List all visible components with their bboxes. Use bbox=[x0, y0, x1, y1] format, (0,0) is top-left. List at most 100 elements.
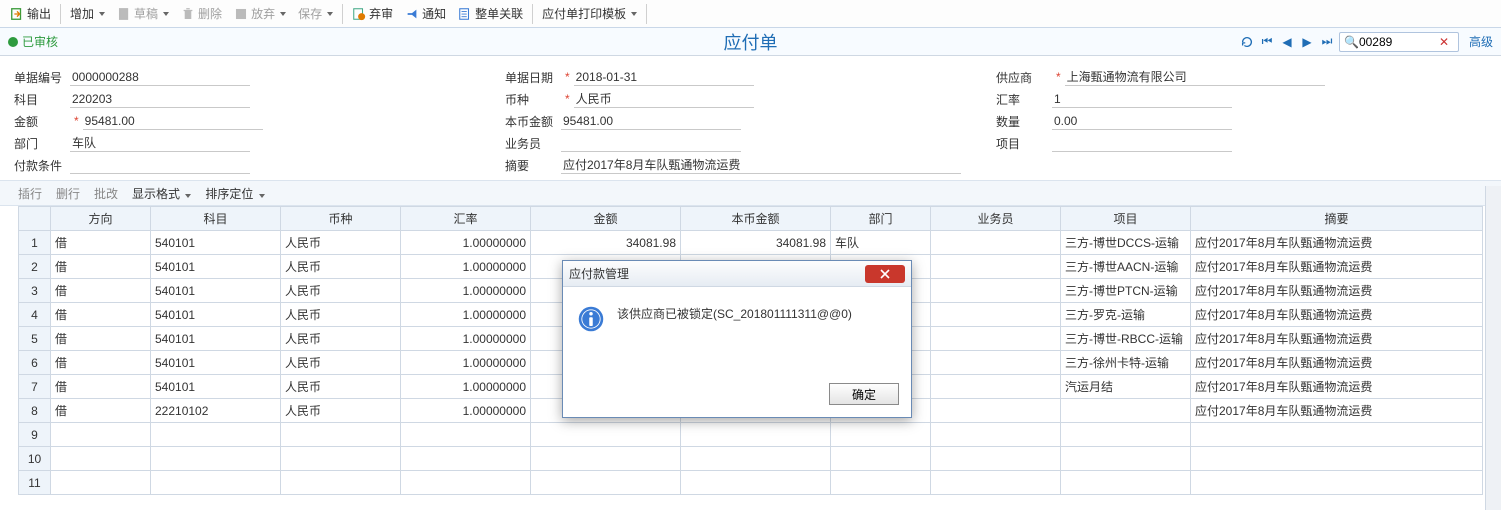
col-header[interactable]: 项目 bbox=[1061, 207, 1191, 231]
cell[interactable]: 汽运月结 bbox=[1061, 375, 1191, 399]
add-button[interactable]: 增加 bbox=[64, 2, 111, 26]
amount-value[interactable]: 95481.00 bbox=[83, 112, 263, 130]
cell[interactable] bbox=[51, 447, 151, 471]
cell[interactable] bbox=[931, 423, 1061, 447]
cell[interactable]: 3 bbox=[19, 279, 51, 303]
cell[interactable] bbox=[681, 423, 831, 447]
cell[interactable] bbox=[281, 423, 401, 447]
save-button[interactable]: 保存 bbox=[292, 2, 339, 26]
table-row[interactable]: 11 bbox=[19, 471, 1483, 495]
cell[interactable] bbox=[931, 351, 1061, 375]
dialog-close-button[interactable] bbox=[865, 265, 905, 283]
cell[interactable]: 三方-博世AACN-运输 bbox=[1061, 255, 1191, 279]
col-header[interactable]: 汇率 bbox=[401, 207, 531, 231]
col-header[interactable]: 金额 bbox=[531, 207, 681, 231]
search-input[interactable] bbox=[1359, 35, 1439, 49]
cell[interactable]: 人民币 bbox=[281, 375, 401, 399]
cell[interactable]: 11 bbox=[19, 471, 51, 495]
cell[interactable] bbox=[831, 471, 931, 495]
cell[interactable]: 应付2017年8月车队甄通物流运费 bbox=[1191, 375, 1483, 399]
cell[interactable] bbox=[931, 255, 1061, 279]
cell[interactable] bbox=[531, 423, 681, 447]
cell[interactable]: 人民币 bbox=[281, 255, 401, 279]
col-header[interactable]: 业务员 bbox=[931, 207, 1061, 231]
cell[interactable] bbox=[51, 471, 151, 495]
project-value[interactable] bbox=[1052, 134, 1232, 152]
cell[interactable]: 人民币 bbox=[281, 327, 401, 351]
qty-value[interactable]: 0.00 bbox=[1052, 112, 1232, 130]
subject-value[interactable]: 220203 bbox=[70, 90, 250, 108]
cell[interactable] bbox=[681, 471, 831, 495]
cell[interactable] bbox=[401, 471, 531, 495]
dept-value[interactable]: 车队 bbox=[70, 134, 250, 152]
cell[interactable]: 三方-徐州卡特-运输 bbox=[1061, 351, 1191, 375]
cell[interactable]: 三方-博世-RBCC-运输 bbox=[1061, 327, 1191, 351]
cell[interactable]: 借 bbox=[51, 375, 151, 399]
col-header[interactable]: 摘要 bbox=[1191, 207, 1483, 231]
cell[interactable] bbox=[281, 447, 401, 471]
cell[interactable]: 4 bbox=[19, 303, 51, 327]
col-header[interactable]: 本币金额 bbox=[681, 207, 831, 231]
dialog-titlebar[interactable]: 应付款管理 bbox=[563, 261, 911, 287]
bill-date-value[interactable]: 2018-01-31 bbox=[574, 68, 754, 86]
rate-value[interactable]: 1 bbox=[1052, 90, 1232, 108]
draft-button[interactable]: 草稿 bbox=[111, 2, 175, 26]
cell[interactable]: 540101 bbox=[151, 279, 281, 303]
cell[interactable] bbox=[281, 471, 401, 495]
vertical-scrollbar[interactable] bbox=[1485, 186, 1501, 510]
cell[interactable]: 借 bbox=[51, 279, 151, 303]
cell[interactable]: 10 bbox=[19, 447, 51, 471]
sort-link[interactable]: 排序定位 bbox=[205, 185, 264, 202]
cell[interactable]: 人民币 bbox=[281, 399, 401, 423]
cell[interactable]: 6 bbox=[19, 351, 51, 375]
cell[interactable]: 人民币 bbox=[281, 303, 401, 327]
cell[interactable]: 22210102 bbox=[151, 399, 281, 423]
cell[interactable]: 应付2017年8月车队甄通物流运费 bbox=[1191, 255, 1483, 279]
summary-value[interactable]: 应付2017年8月车队甄通物流运费 bbox=[561, 156, 961, 174]
batch-edit-link[interactable]: 批改 bbox=[94, 185, 118, 202]
cell[interactable]: 借 bbox=[51, 231, 151, 255]
cell[interactable] bbox=[931, 303, 1061, 327]
next-icon[interactable]: ▶ bbox=[1299, 34, 1315, 50]
cell[interactable] bbox=[931, 375, 1061, 399]
cell[interactable]: 应付2017年8月车队甄通物流运费 bbox=[1191, 351, 1483, 375]
cell[interactable] bbox=[51, 423, 151, 447]
cell[interactable] bbox=[1061, 399, 1191, 423]
cell[interactable]: 540101 bbox=[151, 327, 281, 351]
col-header[interactable]: 币种 bbox=[281, 207, 401, 231]
col-header[interactable] bbox=[19, 207, 51, 231]
prev-icon[interactable]: ◀ bbox=[1279, 34, 1295, 50]
cell[interactable]: 应付2017年8月车队甄通物流运费 bbox=[1191, 399, 1483, 423]
first-icon[interactable]: ⏮ bbox=[1259, 34, 1275, 50]
cell[interactable] bbox=[681, 447, 831, 471]
cell[interactable]: 人民币 bbox=[281, 351, 401, 375]
cell[interactable]: 34081.98 bbox=[531, 231, 681, 255]
cell[interactable] bbox=[931, 231, 1061, 255]
clear-icon[interactable]: ✕ bbox=[1439, 35, 1449, 49]
cell[interactable]: 7 bbox=[19, 375, 51, 399]
print-template-button[interactable]: 应付单打印模板 bbox=[536, 2, 643, 26]
table-row[interactable]: 1借540101人民币1.0000000034081.9834081.98车队三… bbox=[19, 231, 1483, 255]
cell[interactable]: 三方-博世DCCS-运输 bbox=[1061, 231, 1191, 255]
cell[interactable]: 人民币 bbox=[281, 279, 401, 303]
cell[interactable] bbox=[931, 327, 1061, 351]
cell[interactable]: 1 bbox=[19, 231, 51, 255]
cell[interactable]: 2 bbox=[19, 255, 51, 279]
output-button[interactable]: 输出 bbox=[4, 2, 57, 26]
cell[interactable] bbox=[531, 471, 681, 495]
cell[interactable] bbox=[931, 279, 1061, 303]
cell[interactable]: 借 bbox=[51, 399, 151, 423]
bill-no-value[interactable]: 0000000288 bbox=[70, 68, 250, 86]
cell[interactable]: 借 bbox=[51, 255, 151, 279]
cell[interactable] bbox=[1191, 447, 1483, 471]
cell[interactable] bbox=[931, 399, 1061, 423]
cell[interactable]: 借 bbox=[51, 351, 151, 375]
cell[interactable]: 8 bbox=[19, 399, 51, 423]
cell[interactable]: 车队 bbox=[831, 231, 931, 255]
cell[interactable]: 1.00000000 bbox=[401, 303, 531, 327]
cell[interactable]: 人民币 bbox=[281, 231, 401, 255]
table-row[interactable]: 9 bbox=[19, 423, 1483, 447]
cell[interactable]: 1.00000000 bbox=[401, 375, 531, 399]
cell[interactable] bbox=[401, 423, 531, 447]
cell[interactable] bbox=[931, 447, 1061, 471]
